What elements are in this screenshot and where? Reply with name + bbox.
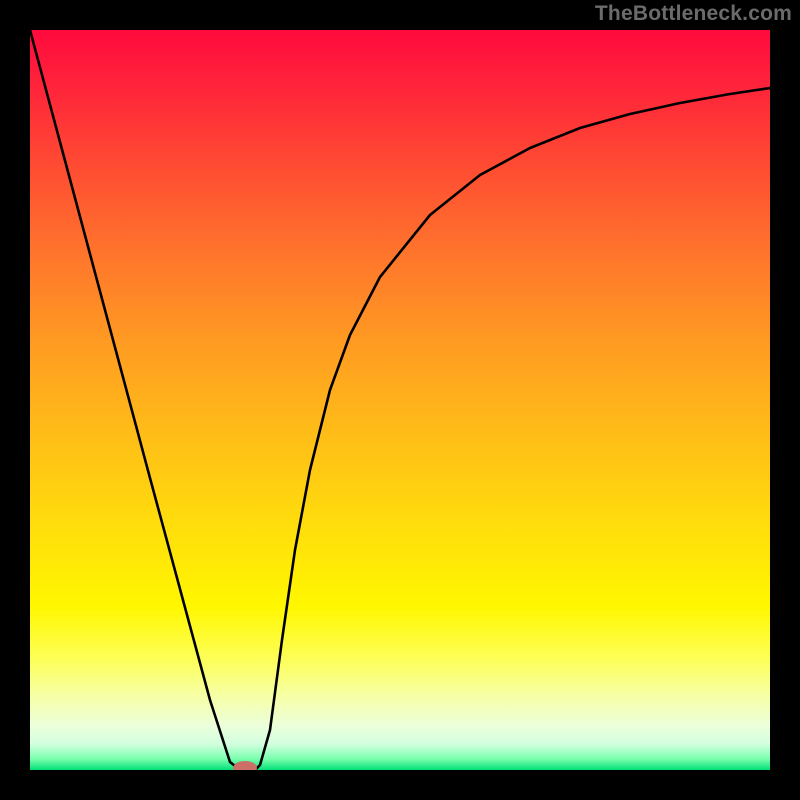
chart-frame: TheBottleneck.com	[0, 0, 800, 800]
minimum-marker	[233, 761, 257, 770]
attribution-text: TheBottleneck.com	[595, 2, 792, 26]
plot-area	[30, 30, 770, 770]
curve-svg	[30, 30, 770, 770]
bottleneck-curve	[30, 30, 770, 770]
